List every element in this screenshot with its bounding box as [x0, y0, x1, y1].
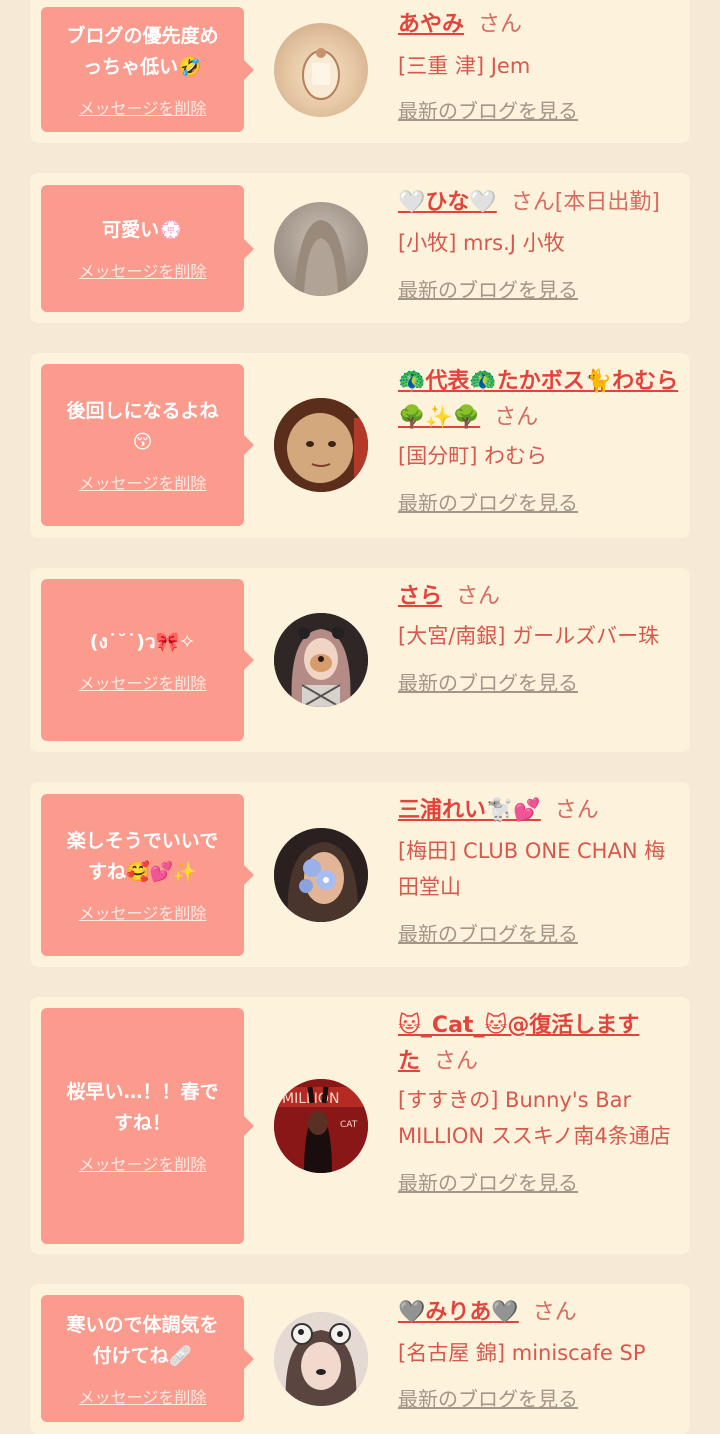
latest-blog-link[interactable]: 最新のブログを見る: [398, 918, 680, 947]
honorific: さん: [532, 1300, 577, 1325]
avatar-image: [294, 220, 348, 296]
delete-message-link[interactable]: メッセージを削除: [79, 900, 207, 924]
cast-name-link[interactable]: あやみ: [398, 12, 464, 37]
message-text: ブログの優先度め っちゃ低い🤣: [66, 24, 219, 78]
message-text: 寒いので体調気を 付けてね🩹: [66, 1313, 219, 1367]
message-card: 可愛い💮 メッセージを削除 🤍ひな🤍 さん[本日出勤] [小牧] mrs.J 小…: [30, 173, 690, 323]
delete-message-link[interactable]: メッセージを削除: [79, 1151, 207, 1175]
latest-blog-link[interactable]: 最新のブログを見る: [398, 95, 680, 124]
shop-info: [名古屋 錦] miniscafe SP: [398, 1341, 646, 1365]
latest-blog-link[interactable]: 最新のブログを見る: [398, 1167, 680, 1196]
honorific: さん: [478, 12, 523, 37]
message-bubble: 可愛い💮 メッセージを削除: [41, 185, 254, 312]
cast-info: 🐱_Cat_🐱@復活しますた さん [すすきの] Bunny's Bar MIL…: [398, 1008, 680, 1196]
message-card: 桜早い…！！春で すね！ メッセージを削除 MILLION CAT 🐱_Cat_…: [30, 997, 690, 1254]
cast-name-link[interactable]: 🤍ひな🤍: [398, 190, 497, 215]
avatar[interactable]: [274, 613, 368, 707]
cast-name-link[interactable]: 三浦れい🐩💕: [398, 798, 541, 823]
latest-blog-link[interactable]: 最新のブログを見る: [398, 667, 680, 696]
message-bubble: ブログの優先度め っちゃ低い🤣 メッセージを削除: [41, 7, 254, 132]
shop-info: [小牧] mrs.J 小牧: [398, 231, 565, 255]
cast-info: 三浦れい🐩💕 さん [梅田] CLUB ONE CHAN 梅田堂山 最新のブログ…: [398, 793, 680, 947]
cast-info: さら さん [大宮/南銀] ガールズバー珠 最新のブログを見る: [398, 579, 680, 696]
message-bubble: 後回しになるよね 😚 メッセージを削除: [41, 364, 254, 526]
message-bubble: (ง˙˘˙)ว🎀✧ メッセージを削除: [41, 579, 254, 741]
message-text: 桜早い…！！春で すね！: [66, 1081, 219, 1134]
shop-info: [すすきの] Bunny's Bar MILLION ススキノ南4条通店: [398, 1088, 671, 1148]
shop-info: [国分町] わむら: [398, 444, 548, 468]
delete-message-link[interactable]: メッセージを削除: [79, 1384, 207, 1408]
message-bubble: 桜早い…！！春で すね！ メッセージを削除: [41, 1008, 254, 1244]
message-card: (ง˙˘˙)ว🎀✧ メッセージを削除 さら さん [大宮/南銀] ガールズバー珠…: [30, 568, 690, 752]
cast-info: 🩶みりあ🩶 さん [名古屋 錦] miniscafe SP 最新のブログを見る: [398, 1295, 680, 1412]
message-bubble: 楽しそうでいいで すね🥰💕✨ メッセージを削除: [41, 794, 254, 956]
latest-blog-link[interactable]: 最新のブログを見る: [398, 1383, 680, 1412]
avatar[interactable]: [274, 828, 368, 922]
avatar[interactable]: [274, 1312, 368, 1406]
latest-blog-link[interactable]: 最新のブログを見る: [398, 274, 680, 303]
shop-info: [三重 津] Jem: [398, 54, 531, 78]
delete-message-link[interactable]: メッセージを削除: [79, 95, 207, 119]
honorific: さん: [494, 405, 539, 430]
avatar[interactable]: [274, 202, 368, 296]
cast-name-link[interactable]: 🩶みりあ🩶: [398, 1300, 519, 1325]
avatar-image: [302, 48, 340, 100]
message-card: 楽しそうでいいで すね🥰💕✨ メッセージを削除 三浦れい🐩💕 さん [梅田] C…: [30, 782, 690, 967]
honorific: さん: [456, 584, 501, 609]
avatar-image: [274, 613, 368, 707]
message-text: 後回しになるよね 😚: [66, 400, 219, 453]
avatar-image: [274, 1312, 368, 1406]
message-text: 楽しそうでいいで すね🥰💕✨: [66, 830, 219, 883]
delete-message-link[interactable]: メッセージを削除: [79, 258, 207, 282]
avatar-image: [274, 828, 368, 922]
cast-info: あやみ さん [三重 津] Jem 最新のブログを見る: [398, 7, 680, 124]
message-card: 後回しになるよね 😚 メッセージを削除 🦚代表🦚たかボス🐈わむら🌳✨🌳 さん […: [30, 353, 690, 538]
avatar-image: [274, 398, 368, 492]
avatar-image: MILLION CAT: [274, 1079, 368, 1173]
honorific: さん: [434, 1049, 479, 1074]
shop-info: [大宮/南銀] ガールズバー珠: [398, 624, 660, 648]
cast-info: 🤍ひな🤍 さん[本日出勤] [小牧] mrs.J 小牧 最新のブログを見る: [398, 185, 680, 303]
avatar[interactable]: MILLION CAT: [274, 1079, 368, 1173]
cast-name-link[interactable]: さら: [398, 584, 442, 609]
message-text: 可愛い💮: [102, 219, 183, 241]
latest-blog-link[interactable]: 最新のブログを見る: [398, 487, 680, 516]
message-bubble: 寒いので体調気を 付けてね🩹 メッセージを削除: [41, 1295, 254, 1422]
message-card: 寒いので体調気を 付けてね🩹 メッセージを削除 🩶みりあ🩶 さん [名古屋 錦]…: [30, 1284, 690, 1434]
shop-info: [梅田] CLUB ONE CHAN 梅田堂山: [398, 839, 666, 899]
svg-text:CAT: CAT: [340, 1120, 358, 1130]
honorific: さん: [554, 798, 599, 823]
message-text: (ง˙˘˙)ว🎀✧: [89, 630, 196, 653]
avatar[interactable]: [274, 398, 368, 492]
delete-message-link[interactable]: メッセージを削除: [79, 670, 207, 694]
avatar[interactable]: [274, 23, 368, 117]
cast-info: 🦚代表🦚たかボス🐈わむら🌳✨🌳 さん [国分町] わむら 最新のブログを見る: [398, 364, 680, 516]
message-card: ブログの優先度め っちゃ低い🤣 メッセージを削除 あやみ さん [三重 津] J…: [30, 0, 690, 143]
delete-message-link[interactable]: メッセージを削除: [79, 470, 207, 494]
honorific: さん[本日出勤]: [510, 190, 660, 215]
